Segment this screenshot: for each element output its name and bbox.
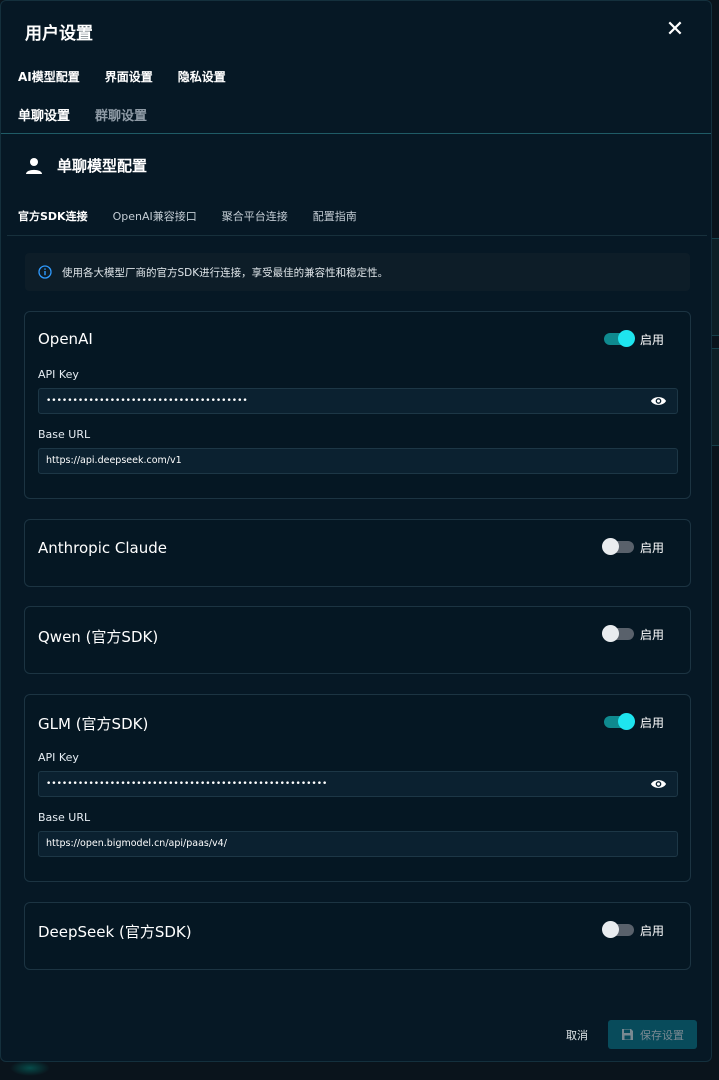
tab-interface-settings[interactable]: 界面设置 [105, 68, 153, 85]
enable-toggle[interactable] [604, 713, 635, 730]
toggle-knob [602, 921, 619, 938]
cancel-button[interactable]: 取消 [566, 1027, 588, 1043]
base-url-label: Base URL [38, 811, 91, 824]
divider [7, 235, 707, 236]
toggle-label: 启用 [640, 541, 665, 555]
info-text: 使用各大模型厂商的官方SDK进行连接，享受最佳的兼容性和稳定性。 [62, 266, 389, 279]
eye-icon[interactable] [650, 778, 667, 790]
dialog-title: 用户设置 [25, 24, 93, 44]
toggle-label: 启用 [640, 924, 665, 938]
close-icon[interactable]: ✕ [663, 19, 687, 43]
toggle-knob [602, 625, 619, 642]
base-url-input[interactable]: https://open.bigmodel.cn/api/paas/v4/ [38, 831, 678, 857]
api-key-value: •••••••••••••••••••••••••••••••••••••• [46, 396, 248, 406]
section-title: 单聊模型配置 [57, 157, 148, 175]
provider-card-glm: GLM (官方SDK) 启用 API Key •••••••••••••••••… [24, 694, 691, 882]
user-icon [26, 157, 42, 174]
info-icon [38, 265, 52, 279]
provider-name: OpenAI [38, 330, 93, 348]
top-tab-bar: AI模型配置 界面设置 隐私设置 [18, 68, 226, 85]
base-url-input[interactable]: https://api.deepseek.com/v1 [38, 448, 678, 474]
api-key-input[interactable]: •••••••••••••••••••••••••••••••••••••• [38, 388, 678, 414]
save-icon [622, 1029, 633, 1040]
backdrop-glow [10, 1060, 50, 1076]
tab-official-sdk[interactable]: 官方SDK连接 [18, 208, 88, 224]
eye-icon[interactable] [650, 395, 667, 407]
tab-group-chat[interactable]: 群聊设置 [95, 105, 147, 124]
toggle-knob [618, 713, 635, 730]
toggle-knob [618, 330, 635, 347]
tab-ai-model-config[interactable]: AI模型配置 [18, 68, 80, 85]
api-key-value: ••••••••••••••••••••••••••••••••••••••••… [46, 779, 328, 789]
provider-card-deepseek: DeepSeek (官方SDK) 启用 [24, 902, 691, 970]
enable-toggle[interactable] [602, 538, 634, 555]
api-key-input[interactable]: ••••••••••••••••••••••••••••••••••••••••… [38, 771, 678, 797]
provider-card-openai: OpenAI 启用 API Key ••••••••••••••••••••••… [24, 311, 691, 499]
save-button-label: 保存设置 [640, 1028, 684, 1042]
toggle-label: 启用 [640, 333, 665, 347]
toggle-knob [602, 538, 619, 555]
provider-card-qwen: Qwen (官方SDK) 启用 [24, 606, 691, 674]
save-button[interactable]: 保存设置 [608, 1020, 697, 1049]
provider-card-anthropic: Anthropic Claude 启用 [24, 519, 691, 587]
provider-name: Anthropic Claude [38, 539, 167, 557]
tab-single-chat[interactable]: 单聊设置 [18, 105, 70, 124]
provider-name: DeepSeek (官方SDK) [38, 923, 192, 941]
base-url-label: Base URL [38, 428, 91, 441]
enable-toggle[interactable] [604, 330, 635, 347]
tab-config-guide[interactable]: 配置指南 [313, 208, 357, 224]
connection-type-tab-bar: 官方SDK连接 OpenAI兼容接口 聚合平台连接 配置指南 [18, 208, 357, 224]
api-key-label: API Key [38, 751, 79, 764]
user-settings-dialog: 用户设置 ✕ AI模型配置 界面设置 隐私设置 单聊设置 群聊设置 单聊模型配置… [0, 0, 712, 1062]
enable-toggle[interactable] [602, 625, 634, 642]
section-header: 单聊模型配置 [25, 155, 147, 176]
provider-name: Qwen (官方SDK) [38, 628, 159, 646]
provider-name: GLM (官方SDK) [38, 715, 149, 733]
enable-toggle[interactable] [602, 921, 634, 938]
tab-privacy-settings[interactable]: 隐私设置 [178, 68, 226, 85]
toggle-label: 启用 [640, 628, 665, 642]
backdrop-panel-edge [711, 238, 719, 336]
divider [1, 133, 711, 134]
tab-aggregator-platform[interactable]: 聚合平台连接 [222, 208, 288, 224]
backdrop-panel-edge [711, 348, 719, 446]
chat-mode-tab-bar: 单聊设置 群聊设置 [18, 105, 147, 124]
info-banner: 使用各大模型厂商的官方SDK进行连接，享受最佳的兼容性和稳定性。 [25, 253, 690, 291]
api-key-label: API Key [38, 368, 79, 381]
tab-openai-compatible[interactable]: OpenAI兼容接口 [113, 208, 197, 224]
toggle-label: 启用 [640, 716, 665, 730]
